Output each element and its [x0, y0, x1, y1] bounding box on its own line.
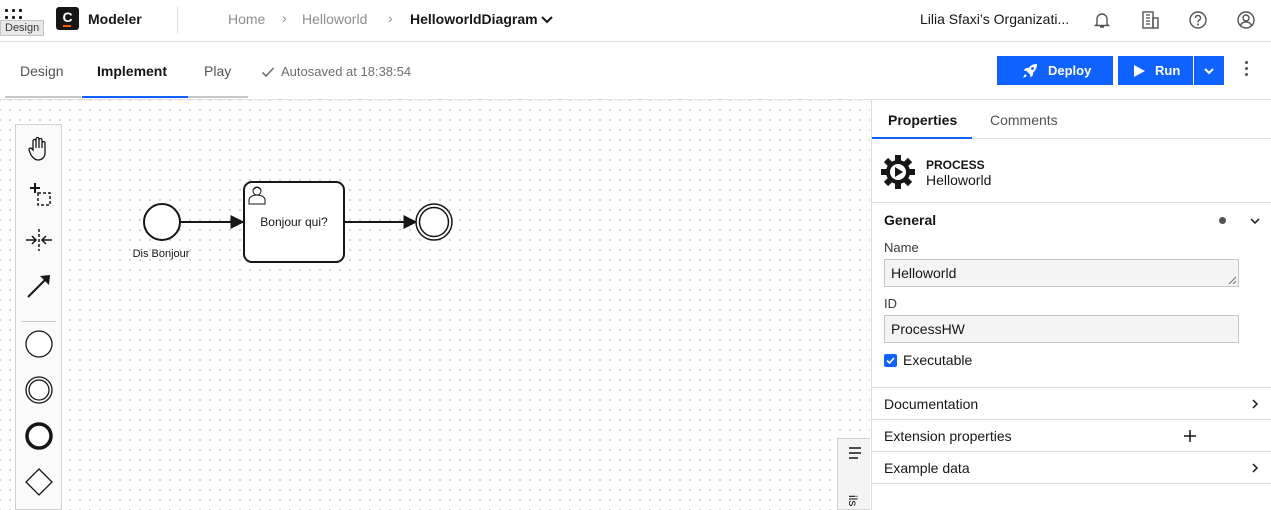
start-event-tool-icon[interactable]	[22, 327, 56, 361]
panel-tabs: Properties Comments	[872, 100, 1271, 139]
tab-design[interactable]: Design	[20, 63, 64, 79]
tab-play[interactable]: Play	[204, 63, 231, 79]
user-task-label: Bonjour qui?	[260, 215, 328, 229]
tab-underline	[5, 96, 81, 98]
help-icon[interactable]	[1188, 10, 1208, 30]
executable-checkbox[interactable]	[884, 354, 897, 367]
tool-palette	[15, 124, 62, 510]
divider	[872, 387, 1271, 388]
user-avatar-icon[interactable]	[1236, 10, 1256, 30]
breadcrumb-separator: ›	[282, 10, 287, 26]
checkmark-icon	[886, 357, 895, 365]
mode-toolbar: Design Implement Play Autosaved at 18:38…	[0, 43, 1271, 100]
autosave-status: Autosaved at 18:38:54	[281, 64, 412, 79]
chevron-right-icon[interactable]	[1249, 462, 1261, 474]
tab-underline-active	[82, 96, 188, 98]
breadcrumb-diagram[interactable]: HelloworldDiagram	[410, 11, 538, 27]
details-tab-label: ils	[846, 495, 860, 507]
example-data-section[interactable]: Example data	[884, 460, 970, 476]
connect-tool-icon[interactable]	[22, 269, 56, 303]
name-label: Name	[884, 240, 919, 255]
run-label: Run	[1155, 63, 1181, 78]
divider	[872, 483, 1271, 484]
lasso-tool-icon[interactable]	[22, 177, 56, 211]
breadcrumb-project[interactable]: Helloworld	[302, 11, 367, 27]
id-input[interactable]: ProcessHW	[884, 315, 1239, 343]
chevron-down-icon[interactable]	[540, 12, 554, 26]
app-name[interactable]: Modeler	[88, 11, 142, 27]
chevron-down-icon	[1204, 67, 1214, 74]
space-tool-icon[interactable]	[22, 223, 56, 257]
deploy-button[interactable]: Deploy	[997, 56, 1113, 85]
details-panel-toggle[interactable]: ils	[837, 438, 870, 510]
properties-panel: Properties Comments PROCESS Helloworld G…	[871, 100, 1271, 510]
chevron-right-icon[interactable]	[1249, 398, 1261, 410]
camunda-logo[interactable]: C	[56, 7, 79, 30]
tab-properties[interactable]: Properties	[888, 112, 957, 128]
end-event-tool-icon[interactable]	[22, 419, 56, 453]
intermediate-event-tool-icon[interactable]	[22, 373, 56, 407]
documentation-section[interactable]: Documentation	[884, 396, 978, 412]
chevron-down-icon[interactable]	[1249, 215, 1261, 227]
divider	[872, 451, 1271, 452]
run-button[interactable]: Run	[1118, 56, 1193, 85]
checkmark-icon	[261, 67, 275, 78]
add-icon[interactable]	[1184, 430, 1196, 442]
building-icon[interactable]	[1140, 10, 1160, 30]
breadcrumb-separator: ›	[388, 10, 393, 26]
top-bar: Design C Modeler Home › Helloworld › Hel…	[0, 0, 1271, 42]
hand-tool-icon[interactable]	[22, 131, 56, 165]
tab-implement[interactable]: Implement	[97, 63, 167, 79]
gateway-tool-icon[interactable]	[22, 465, 56, 499]
bpmn-diagram: Dis Bonjour Bonjour qui?	[133, 181, 453, 263]
changed-indicator-dot	[1219, 217, 1226, 224]
tab-underline	[188, 96, 248, 98]
run-options-button[interactable]	[1194, 56, 1224, 85]
id-label: ID	[884, 296, 897, 311]
start-event-label: Dis Bonjour	[133, 248, 190, 260]
resize-handle-icon[interactable]	[1228, 276, 1237, 285]
element-name: Helloworld	[926, 172, 992, 188]
element-header: PROCESS Helloworld	[872, 140, 1271, 203]
deploy-label: Deploy	[1048, 63, 1092, 78]
organization-name[interactable]: Lilia Sfaxi’s Organizati...	[920, 11, 1069, 27]
start-event[interactable]	[143, 203, 181, 241]
breadcrumb-home[interactable]: Home	[228, 11, 265, 27]
play-icon	[1134, 64, 1145, 77]
divider	[872, 419, 1271, 420]
executable-label: Executable	[903, 352, 973, 368]
palette-divider	[22, 321, 56, 322]
name-input[interactable]: Helloworld	[884, 259, 1239, 287]
intermediate-event[interactable]	[415, 203, 453, 241]
divider	[177, 6, 178, 34]
element-type: PROCESS	[926, 158, 985, 172]
tab-underline-active	[872, 137, 972, 139]
tab-comments[interactable]: Comments	[990, 112, 1058, 128]
bell-icon[interactable]	[1092, 10, 1112, 30]
rocket-icon	[1023, 63, 1037, 78]
general-group-title[interactable]: General	[884, 212, 936, 228]
list-icon	[849, 447, 861, 459]
process-gear-icon	[881, 155, 915, 189]
overflow-menu-icon[interactable]	[1245, 61, 1249, 81]
apps-tooltip: Design	[0, 20, 45, 36]
extension-properties-section[interactable]: Extension properties	[884, 428, 1012, 444]
